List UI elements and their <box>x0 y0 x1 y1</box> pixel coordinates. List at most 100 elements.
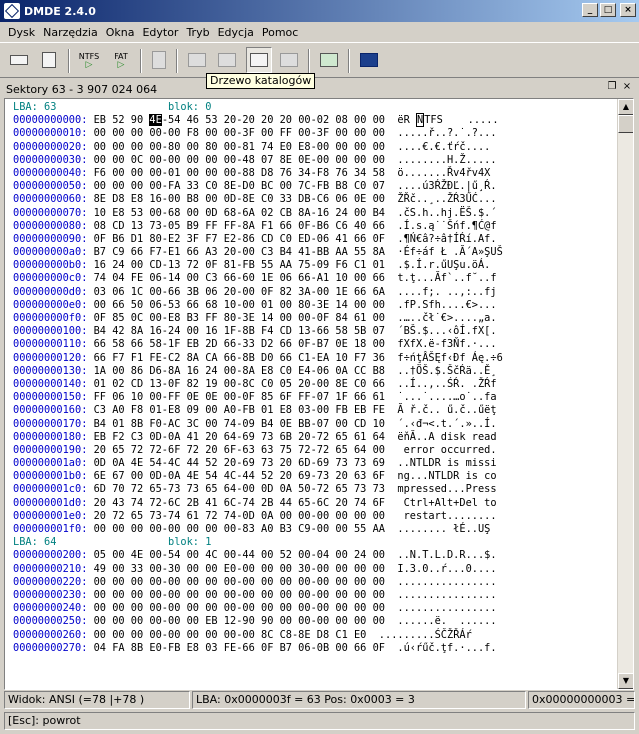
partitions-icon <box>42 52 56 68</box>
ascii-text: I.3.0..ŕ...0.... <box>397 562 497 575</box>
sector-range: Sektory 63 - 3 907 024 064 <box>6 82 158 96</box>
menu-okna[interactable]: Okna <box>102 26 139 39</box>
directory-tree-button[interactable] <box>246 47 272 73</box>
window-controls: _ □ × <box>582 3 636 17</box>
hex-row[interactable]: 00000000270: 04 FA 8B E0-FB E8 03 FE-66 … <box>13 642 617 655</box>
hex-row[interactable]: 000000000f0: 0F 85 0C 00-E8 B3 FF 80-3E … <box>13 312 617 325</box>
hex-row[interactable]: 000000001c0: 6D 70 72 65-73 73 65 64-00 … <box>13 483 617 496</box>
file-button[interactable] <box>146 47 172 73</box>
ascii-text: restart........ <box>397 509 497 522</box>
table-button[interactable] <box>214 47 240 73</box>
hex-row[interactable]: 00000000190: 20 65 72 72-6F 72 20 6F-63 … <box>13 444 617 457</box>
copy-icon <box>320 53 338 67</box>
ntfs-search-button[interactable]: NTFS ▷ <box>74 47 104 73</box>
hex-row[interactable]: 00000000130: 1A 00 86 D6-8A 16 24 00-8A … <box>13 365 617 378</box>
hex-bytes: 00 66 50 06-53 66 68 10-00 01 00 80-3E 1… <box>93 298 385 311</box>
hex-row[interactable]: 000000001b0: 6E 67 00 0D-0A 4E 54 4C-44 … <box>13 470 617 483</box>
close-panel-button[interactable]: × <box>621 82 633 94</box>
hex-row[interactable]: 00000000080: 08 CD 13 73-05 B9 FF FF-8A … <box>13 220 617 233</box>
hex-row[interactable]: 00000000120: 66 F7 F1 FE-C2 8A CA 66-8B … <box>13 352 617 365</box>
ascii-text: ................ <box>397 588 497 601</box>
hex-view[interactable]: LBA: 63 blok: 0 00000000000: EB 52 90 4E-… <box>13 101 617 655</box>
hex-row[interactable]: 000000001d0: 20 43 74 72-6C 2B 41 6C-74 … <box>13 497 617 510</box>
title-bar[interactable]: DMDE 2.4.0 _ □ × <box>0 0 639 22</box>
cursor-char[interactable]: N <box>416 113 425 128</box>
hex-row[interactable]: 00000000100: B4 42 8A 16-24 00 16 1F-8B … <box>13 325 617 338</box>
hex-row[interactable]: 000000001a0: 0D 0A 4E 54-4C 44 52 20-69 … <box>13 457 617 470</box>
hex-row[interactable]: 00000000060: 8E D8 E8 16-00 B8 00 0D-8E … <box>13 193 617 206</box>
menu-narzedzia[interactable]: Narzędzia <box>39 26 102 39</box>
hex-row[interactable]: 00000000030: 00 00 0C 00-00 00 00 00-48 … <box>13 154 617 167</box>
ascii-text: Ă ř.č.. ű.č..űëţ <box>397 404 497 417</box>
hex-row[interactable]: 00000000220: 00 00 00 00-00 00 00 00-00 … <box>13 576 617 589</box>
row-offset: 00000000220: <box>13 575 88 588</box>
mft-button[interactable] <box>184 47 210 73</box>
hex-row[interactable]: 000000000c0: 74 04 FE 06-14 00 C3 66-60 … <box>13 272 617 285</box>
hex-row[interactable]: 00000000040: F6 00 00 00-01 00 00 00-88 … <box>13 167 617 180</box>
search-button[interactable] <box>276 47 302 73</box>
hex-row[interactable]: 000000000d0: 03 06 1C 00-66 3B 06 20-00 … <box>13 286 617 299</box>
hex-row[interactable]: 00000000250: 00 00 00 00-00 00 EB 12-90 … <box>13 615 617 628</box>
row-offset: 00000000110: <box>13 338 88 351</box>
hex-bytes: F6 00 00 00-01 00 00 00-88 D8 76 34-F8 7… <box>93 166 385 179</box>
scroll-thumb[interactable] <box>618 115 633 133</box>
play-icon: ▷ <box>85 59 93 70</box>
ascii-text: ˙...˙....…o˙..fa <box>397 391 497 404</box>
close-button[interactable]: × <box>620 3 636 17</box>
hex-row[interactable]: 00000000050: 00 00 00 00-FA 33 C0 8E-D0 … <box>13 180 617 193</box>
hex-bytes: 20 65 72 72-6F 72 20 6F-63 63 75 72-72 6… <box>93 443 385 456</box>
menu-pomoc[interactable]: Pomoc <box>258 26 302 39</box>
hex-row[interactable]: 00000000070: 10 E8 53 00-68 00 0D 68-6A … <box>13 207 617 220</box>
scroll-up-button[interactable]: ▲ <box>618 99 633 115</box>
hex-row[interactable]: 00000000210: 49 00 33 00-30 00 00 E0-00 … <box>13 563 617 576</box>
hex-bytes: 66 F7 F1 FE-C2 8A CA 66-8B D0 66 C1-EA 1… <box>93 351 385 364</box>
row-offset: 000000000e0: <box>13 298 88 311</box>
hex-row[interactable]: 000000001e0: 20 72 65 73-74 61 72 74-0D … <box>13 510 617 523</box>
ascii-text: ................ <box>397 575 497 588</box>
minimize-button[interactable]: _ <box>582 3 598 17</box>
hex-row[interactable]: 00000000230: 00 00 00 00-00 00 00 00-00 … <box>13 589 617 602</box>
fat-search-button[interactable]: FAT ▷ <box>106 47 136 73</box>
maximize-button[interactable]: □ <box>600 3 616 17</box>
dmde-logo-button[interactable] <box>356 47 382 73</box>
hex-row[interactable]: 00000000110: 66 58 66 58-1F EB 2D 66-33 … <box>13 338 617 351</box>
row-offset: 00000000080: <box>13 219 88 232</box>
hex-row[interactable]: 000000000b0: 16 24 00 CD-13 72 0F 81-FB … <box>13 259 617 272</box>
copy-sectors-button[interactable] <box>316 47 342 73</box>
row-offset: 00000000210: <box>13 562 88 575</box>
window-title: DMDE 2.4.0 <box>24 4 96 18</box>
hex-row[interactable]: 00000000260: 00 00 00 00-00 00 00 00-00 … <box>13 629 617 642</box>
partitions-button[interactable] <box>36 47 62 73</box>
hex-row[interactable]: 000000001f0: 00 00 00 00-00 00 00 00-83 … <box>13 523 617 536</box>
restore-panel-button[interactable]: ❐ <box>606 82 618 94</box>
menu-edytor[interactable]: Edytor <box>138 26 182 39</box>
hex-row[interactable]: 00000000000: EB 52 90 4E-54 46 53 20-20 … <box>13 113 617 128</box>
hex-row[interactable]: 00000000020: 00 00 00 00-80 00 80 00-81 … <box>13 141 617 154</box>
hex-editor[interactable]: LBA: 63 blok: 0 00000000000: EB 52 90 4E-… <box>4 98 634 690</box>
hex-row[interactable]: 000000000a0: B7 C9 66 F7-E1 66 A3 20-00 … <box>13 246 617 259</box>
row-offset: 00000000030: <box>13 153 88 166</box>
hex-row[interactable]: 00000000150: FF 06 10 00-FF 0E 0E 00-0F … <box>13 391 617 404</box>
hex-row[interactable]: 00000000010: 00 00 00 00-00 F8 00 00-3F … <box>13 127 617 140</box>
menu-tryb[interactable]: Tryb <box>182 26 213 39</box>
menu-bar: Dysk Narzędzia Okna Edytor Tryb Edycja P… <box>0 22 639 42</box>
disk-button[interactable] <box>6 47 32 73</box>
hex-row[interactable]: 000000000e0: 00 66 50 06-53 66 68 10-00 … <box>13 299 617 312</box>
hex-bytes: 01 02 CD 13-0F 82 19 00-8C C0 05 20-00 8… <box>93 377 385 390</box>
hex-bytes: 0F B6 D1 80-E2 3F F7 E2-86 CD C0 ED-06 4… <box>93 232 385 245</box>
cursor-byte[interactable]: 4E <box>149 114 162 127</box>
hex-row[interactable]: 00000000090: 0F B6 D1 80-E2 3F F7 E2-86 … <box>13 233 617 246</box>
vertical-scrollbar[interactable]: ▲ ▼ <box>617 99 633 689</box>
hex-bytes: 00 00 00 00-80 00 80 00-81 74 E0 E8-00 0… <box>93 140 385 153</box>
scroll-down-button[interactable]: ▼ <box>618 673 633 689</box>
hex-row[interactable]: 00000000140: 01 02 CD 13-0F 82 19 00-8C … <box>13 378 617 391</box>
row-offset: 000000000c0: <box>13 272 88 285</box>
hex-bytes: 8E D8 E8 16-00 B8 00 0D-8E C0 33 DB-C6 0… <box>93 193 385 206</box>
hex-row[interactable]: 00000000160: C3 A0 F8 01-E8 09 00 A0-FB … <box>13 404 617 417</box>
hex-row[interactable]: 00000000170: B4 01 8B F0-AC 3C 00 74-09 … <box>13 418 617 431</box>
hex-row[interactable]: 00000000200: 05 00 4E 00-54 00 4C 00-44 … <box>13 549 617 562</box>
menu-edycja[interactable]: Edycja <box>214 26 258 39</box>
menu-dysk[interactable]: Dysk <box>4 26 39 39</box>
hex-row[interactable]: 00000000240: 00 00 00 00-00 00 00 00-00 … <box>13 602 617 615</box>
hex-row[interactable]: 00000000180: EB F2 C3 0D-0A 41 20 64-69 … <box>13 431 617 444</box>
